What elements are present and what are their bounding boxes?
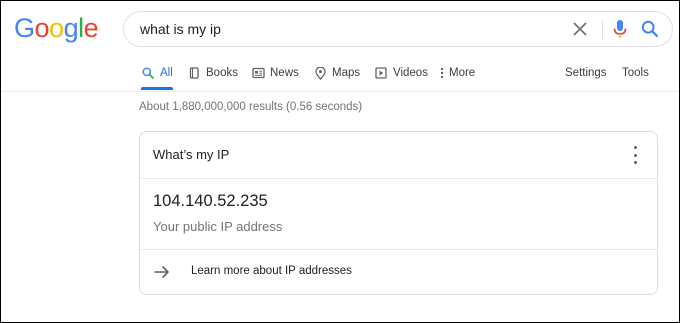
tab-more[interactable]: More [439, 57, 475, 89]
tab-label: Videos [393, 67, 428, 79]
search-icon [141, 66, 155, 80]
tabs-divider [1, 91, 679, 92]
tools-link[interactable]: Tools [622, 57, 649, 89]
search-icon[interactable] [640, 19, 660, 39]
tab-all[interactable]: All [141, 57, 173, 90]
tab-label: More [449, 67, 476, 79]
tab-videos[interactable]: Videos [374, 57, 428, 89]
logo-letter: o [49, 13, 64, 43]
tab-maps[interactable]: Maps [313, 57, 360, 89]
tab-label: Maps [332, 67, 361, 79]
logo-letter: g [63, 13, 79, 43]
tools-label: Tools [622, 67, 649, 79]
arrow-right-icon [153, 263, 171, 281]
learn-more-link[interactable]: Learn more about IP addresses [140, 250, 657, 294]
search-tabs: All Books News Maps Videos More Settings… [1, 57, 679, 91]
microphone-icon[interactable] [610, 19, 630, 39]
close-icon[interactable] [570, 19, 590, 39]
more-vertical-icon [439, 66, 445, 80]
book-icon [187, 66, 201, 80]
tab-label: All [160, 67, 173, 79]
search-divider [602, 20, 603, 39]
result-stats: About 1,880,000,000 results (0.56 second… [139, 101, 363, 113]
card-title: What’s my IP [153, 147, 230, 162]
tab-books[interactable]: Books [187, 57, 238, 89]
logo-letter: o [34, 13, 50, 43]
logo-letter: G [14, 13, 35, 43]
search-input[interactable] [140, 12, 560, 46]
more-options-icon[interactable] [627, 146, 643, 164]
settings-link[interactable]: Settings [565, 57, 607, 89]
search-box [123, 11, 673, 47]
tab-news[interactable]: News [251, 57, 299, 89]
learn-more-label: Learn more about IP addresses [191, 265, 352, 277]
settings-label: Settings [565, 67, 607, 79]
ip-address-value: 104.140.52.235 [153, 192, 268, 210]
video-play-icon [374, 66, 388, 80]
map-pin-icon [313, 66, 327, 80]
card-divider [140, 178, 657, 179]
active-tab-indicator [141, 87, 173, 90]
ip-address-caption: Your public IP address [153, 219, 283, 234]
google-logo[interactable]: Google [14, 13, 99, 43]
tab-label: News [270, 67, 299, 79]
browser-page: Google what is my ip All Books News Maps… [0, 0, 680, 323]
ip-answer-card: What’s my IP 104.140.52.235 Your public … [139, 131, 658, 295]
newspaper-icon [251, 66, 265, 80]
tab-label: Books [206, 67, 238, 79]
logo-letter: e [83, 13, 99, 43]
